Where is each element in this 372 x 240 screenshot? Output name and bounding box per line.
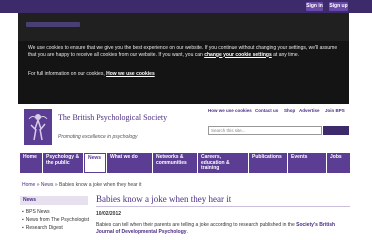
cookie-info: For full information on our cookies, How… — [28, 71, 155, 77]
nav-what-we-do[interactable]: What we do — [107, 153, 152, 173]
title-divider — [96, 206, 350, 207]
nav-events[interactable]: Events — [288, 153, 326, 173]
util-link-cookies[interactable]: How we use cookies — [208, 108, 252, 113]
util-link-shop[interactable]: Shop — [284, 108, 295, 113]
nav-careers[interactable]: Careers, education & training — [198, 153, 248, 173]
site-name[interactable]: The British Psychological Society — [58, 113, 198, 122]
cookie-settings-link[interactable]: change your cookie settings — [204, 52, 272, 58]
nav-home[interactable]: Home — [20, 153, 42, 173]
breadcrumb-news[interactable]: News — [41, 182, 54, 188]
article-body: Babies can tell when their parents are t… — [96, 222, 336, 235]
sidebar-item-research-digest[interactable]: ▪ Research Digest — [22, 225, 63, 231]
search-input[interactable]: Search this site... — [208, 126, 322, 135]
nav-jobs[interactable]: Jobs — [327, 153, 350, 173]
article-date: 10/02/2012 — [96, 211, 122, 217]
breadcrumb: Home » News » Babies know a joke when th… — [22, 182, 142, 188]
sidebar-heading: News — [20, 196, 88, 205]
nav-networks[interactable]: Networks & communities — [153, 153, 197, 173]
sign-up-button[interactable]: Sign up — [329, 2, 348, 11]
sidebar-item-psychologist-news[interactable]: ▪ News from The Psychologist — [22, 217, 89, 223]
nav-news[interactable]: News — [84, 153, 106, 173]
search-button[interactable] — [323, 126, 349, 135]
sidebar-item-bps-news[interactable]: ▪ BPS News — [22, 209, 50, 215]
nav-publications[interactable]: Publications — [249, 153, 287, 173]
article-title: Babies know a joke when they hear it — [96, 194, 232, 204]
util-link-advertise[interactable]: Advertise — [299, 108, 320, 113]
util-link-join[interactable]: Join BPS — [325, 108, 345, 113]
cookie-banner-header — [18, 13, 349, 41]
cookie-banner-heading-bar — [26, 22, 80, 27]
bullet-icon: ▪ — [22, 217, 24, 223]
bullet-icon: ▪ — [22, 209, 24, 215]
cookie-message: We use cookies to ensure that we give yo… — [28, 45, 338, 58]
cookie-banner: We use cookies to ensure that we give yo… — [18, 13, 349, 104]
how-we-use-cookies-link[interactable]: How we use cookies — [106, 71, 155, 77]
breadcrumb-home[interactable]: Home — [22, 182, 35, 188]
util-link-contact[interactable]: Contact us — [255, 108, 278, 113]
nav-psychology-public[interactable]: Psychology & the public — [43, 153, 83, 173]
sign-in-button[interactable]: Sign in — [306, 2, 323, 11]
psyche-figure-icon — [28, 114, 48, 141]
bullet-icon: ▪ — [22, 225, 24, 231]
main-nav: Home Psychology & the public News What w… — [20, 153, 350, 173]
breadcrumb-current: Babies know a joke when they hear it — [58, 182, 142, 188]
site-tagline: Promoting excellence in psychology — [58, 134, 138, 140]
